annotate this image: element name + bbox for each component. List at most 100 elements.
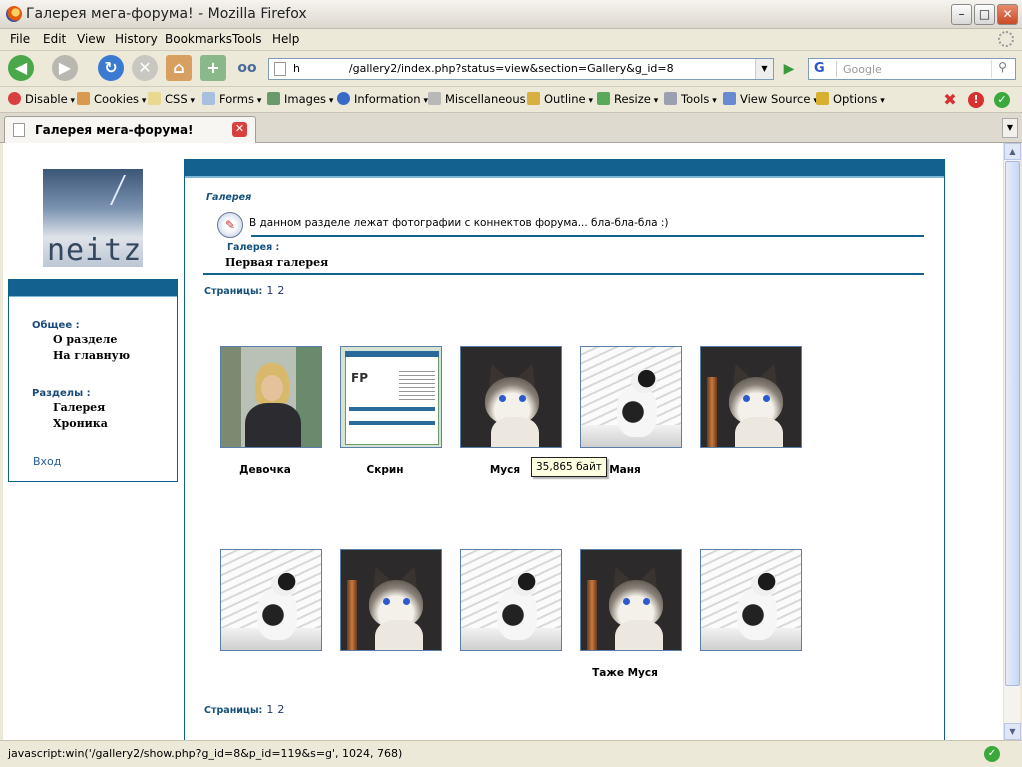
lightning-icon [110, 175, 126, 205]
search-input[interactable]: Google [843, 63, 882, 76]
sidebar-link-about[interactable]: О разделе [53, 333, 117, 346]
sidebar-general-label: Общее : [32, 320, 80, 331]
page-icon [13, 123, 25, 137]
screenshot-text-block [399, 371, 435, 401]
devbar-options[interactable]: Options [816, 92, 885, 106]
chevron-down-icon[interactable]: ▼ [755, 59, 773, 79]
menu-history[interactable]: History [115, 32, 158, 46]
devbar-label: Information [354, 92, 421, 106]
address-bar[interactable]: h /gallery2/index.php?status=view&sectio… [268, 58, 774, 80]
thumbnail-2-4[interactable] [580, 549, 682, 651]
sidebar-link-home[interactable]: На главную [53, 349, 130, 362]
thumbnail-window-cat[interactable] [580, 346, 682, 448]
pagination-bottom: Страницы: 1 2 [204, 703, 284, 716]
logo-text: neitz [47, 233, 143, 268]
cat-eye [499, 395, 506, 402]
breadcrumb[interactable]: Галерея [206, 192, 251, 203]
thumbnail-2-5[interactable] [700, 549, 802, 651]
devbar-css[interactable]: CSS [148, 92, 195, 106]
page-link-2[interactable]: 2 [277, 284, 284, 297]
menu-tools[interactable]: Tools [232, 32, 262, 46]
devbar-information[interactable]: Information [337, 92, 428, 106]
scroll-up-icon[interactable]: ▲ [1004, 143, 1021, 160]
status-ok-icon[interactable]: ✓ [984, 746, 1000, 762]
menu-edit[interactable]: Edit [43, 32, 66, 46]
thumbnail-2-2[interactable] [340, 549, 442, 651]
status-bar: javascript:win('/gallery2/show.php?g_id=… [0, 740, 1022, 767]
reload-button[interactable]: ↻ [98, 55, 124, 81]
cat-body [257, 590, 297, 640]
thumbnail-girl[interactable] [220, 346, 322, 448]
thumbnail-screenshot[interactable]: FP [340, 346, 442, 448]
screenshot-header [345, 351, 439, 357]
disable-icon [8, 92, 21, 105]
devbar-cookies[interactable]: Cookies [77, 92, 146, 106]
devbar-disable[interactable]: Disable [8, 92, 75, 106]
cat-head [511, 572, 537, 596]
devbar-miscellaneous[interactable]: Miscellaneous [428, 92, 533, 106]
devbar-resize[interactable]: Resize [597, 92, 658, 106]
cookies-icon [77, 92, 90, 105]
maximize-button[interactable]: □ [974, 4, 995, 25]
search-box[interactable]: G Google ⚲ [808, 58, 1016, 80]
thumbnail-2-1[interactable] [220, 549, 322, 651]
tab-list-button[interactable]: ▼ [1002, 118, 1018, 138]
window-title: Галерея мега-форума! - Mozilla Firefox [26, 6, 307, 22]
view-source-icon [723, 92, 736, 105]
main-panel: Галерея ✎ В данном разделе лежат фотогра… [184, 159, 945, 740]
cat-eye [403, 598, 410, 605]
login-link[interactable]: Вход [33, 455, 61, 468]
tab-label: Галерея мега-форума! [35, 123, 194, 137]
home-button[interactable]: ⌂ [166, 55, 192, 81]
thumbnail-manya[interactable] [700, 346, 802, 448]
devbar-label: Resize [614, 92, 651, 106]
thumbnail-musya[interactable] [460, 346, 562, 448]
divider [251, 235, 924, 237]
tab-gallery[interactable]: Галерея мега-форума! ✕ [4, 116, 256, 143]
go-button[interactable]: ▶ [779, 59, 799, 79]
menu-view[interactable]: View [77, 32, 105, 46]
sidebar-link-gallery[interactable]: Галерея [53, 401, 105, 414]
devbar-outline[interactable]: Outline [527, 92, 593, 106]
valid-icon[interactable]: ✓ [994, 92, 1010, 108]
scroll-down-icon[interactable]: ▼ [1004, 723, 1021, 740]
devbar-view-source[interactable]: View Source [723, 92, 818, 106]
page-link-2[interactable]: 2 [277, 703, 284, 716]
title-bar: Галерея мега-форума! - Mozilla Firefox –… [0, 0, 1022, 29]
new-tab-button[interactable]: + [200, 55, 226, 81]
images-icon [267, 92, 280, 105]
forward-button[interactable]: ▶ [52, 55, 78, 81]
gallery-name: Первая галерея [225, 256, 329, 269]
page-link-1[interactable]: 1 [266, 284, 273, 297]
warning-icon[interactable]: ! [968, 92, 984, 108]
back-button[interactable]: ◀ [8, 55, 34, 81]
pages-label: Страницы: [204, 286, 263, 297]
minimize-button[interactable]: – [951, 4, 972, 25]
cat-body [737, 590, 777, 640]
devbar-images[interactable]: Images [267, 92, 333, 106]
page-link-1[interactable]: 1 [266, 703, 273, 716]
devbar-forms[interactable]: Forms [202, 92, 261, 106]
menu-bookmarks[interactable]: Bookmarks [165, 32, 232, 46]
menu-file[interactable]: File [10, 32, 30, 46]
vertical-scrollbar[interactable]: ▲ ▼ [1003, 143, 1021, 740]
stop-button[interactable]: ✕ [132, 55, 158, 81]
screenshot-logo: FP [351, 371, 368, 385]
scroll-thumb[interactable] [1005, 161, 1020, 686]
cat-eye [519, 395, 526, 402]
web-developer-toolbar: Disable Cookies CSS Forms Images Informa… [0, 87, 1022, 113]
thumbnail-2-3[interactable] [460, 549, 562, 651]
gallery-icon: ✎ [217, 212, 243, 238]
search-icon[interactable]: ⚲ [991, 60, 1013, 78]
menu-help[interactable]: Help [272, 32, 299, 46]
devbar-label: Cookies [94, 92, 140, 106]
sidebar: Общее : О разделе На главную Разделы : Г… [8, 279, 178, 482]
glasses-icon[interactable]: oo [234, 55, 260, 81]
devbar-tools[interactable]: Tools [664, 92, 717, 106]
close-tab-icon[interactable]: ✕ [232, 122, 247, 137]
close-button[interactable]: ✕ [997, 4, 1018, 25]
search-engine-icon[interactable]: G [811, 61, 837, 77]
url-text: h /gallery2/index.php?status=view&sectio… [293, 62, 674, 75]
errors-icon[interactable]: ✖ [942, 92, 958, 108]
sidebar-link-chronicle[interactable]: Хроника [53, 417, 108, 430]
